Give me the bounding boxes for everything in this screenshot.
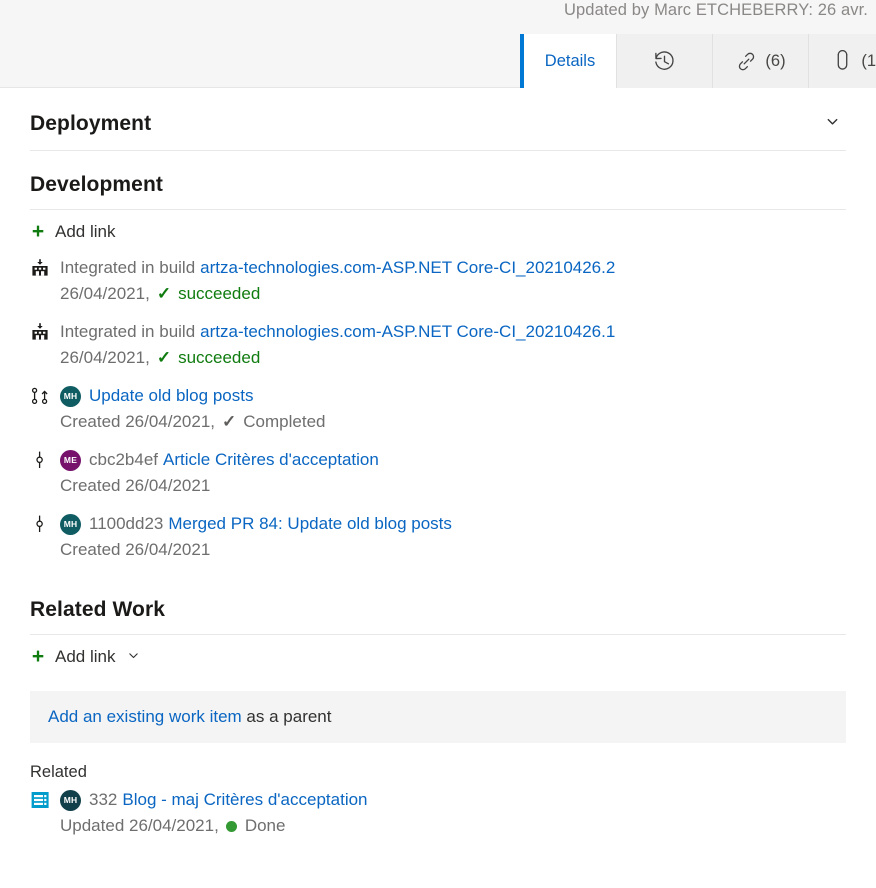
- tab-details-label: Details: [544, 51, 596, 70]
- avatar: MH: [60, 385, 81, 407]
- plus-icon: +: [31, 645, 45, 668]
- history-icon: [653, 50, 676, 73]
- development-add-link-button[interactable]: + Add link: [30, 210, 116, 252]
- chevron-down-icon: [127, 649, 140, 665]
- development-link-row[interactable]: Integrated in build artza-technologies.c…: [30, 316, 846, 374]
- work-item-id: 332: [89, 790, 118, 809]
- work-item-date: Updated 26/04/2021,: [60, 816, 219, 835]
- check-icon: ✓: [156, 348, 172, 367]
- check-icon: ✓: [222, 412, 237, 431]
- development-section-header: Development: [30, 151, 846, 210]
- check-icon: ✓: [156, 284, 172, 303]
- build-status: succeeded: [178, 284, 261, 303]
- plus-icon: +: [31, 220, 45, 243]
- build-link[interactable]: artza-technologies.com-ASP.NET Core-CI_2…: [200, 319, 615, 345]
- avatar: MH: [60, 789, 81, 811]
- tab-links[interactable]: (6): [712, 34, 808, 88]
- attachment-icon: [831, 49, 854, 73]
- commit-icon: [30, 447, 60, 470]
- deployment-title: Deployment: [30, 112, 152, 135]
- development-link-row[interactable]: MH 1100dd23 Merged PR 84: Update old blo…: [30, 508, 846, 566]
- build-date: 26/04/2021,: [60, 348, 150, 367]
- related-work-add-link-button[interactable]: + Add link: [30, 635, 140, 677]
- add-parent-banner: Add an existing work item as a parent: [30, 691, 846, 743]
- commit-link[interactable]: Article Critères d'acceptation: [163, 447, 379, 473]
- updated-by-text: Updated by Marc ETCHEBERRY: 26 avr.: [564, 1, 868, 19]
- pull-request-icon: [30, 383, 60, 406]
- commit-date: Created 26/04/2021: [60, 540, 211, 559]
- tab-bar: Details (6) (1: [520, 34, 876, 88]
- add-existing-work-item-link[interactable]: Add an existing work item: [48, 707, 242, 726]
- work-item-icon: [30, 787, 60, 810]
- related-work-section-header: Related Work: [30, 576, 846, 635]
- build-prefix: Integrated in build: [60, 258, 196, 277]
- pull-request-status: Completed: [243, 412, 326, 431]
- chevron-down-icon: [825, 114, 840, 134]
- pull-request-date: Created 26/04/2021,: [60, 412, 216, 431]
- link-icon: [735, 50, 758, 73]
- avatar: MH: [60, 513, 81, 535]
- deployment-collapse-toggle[interactable]: [818, 110, 846, 138]
- related-work-add-link-label: Add link: [55, 646, 116, 666]
- build-icon: [30, 255, 60, 278]
- build-status: succeeded: [178, 348, 261, 367]
- related-group-label: Related: [30, 763, 87, 781]
- commit-hash: 1100dd23: [89, 514, 164, 533]
- tab-attachments-count: (1): [861, 51, 876, 70]
- build-prefix: Integrated in build: [60, 322, 196, 341]
- work-item-link[interactable]: Blog - maj Critères d'acceptation: [122, 787, 367, 813]
- add-parent-suffix: as a parent: [241, 707, 332, 726]
- tab-history[interactable]: [616, 34, 712, 88]
- development-title: Development: [30, 173, 163, 196]
- commit-icon: [30, 511, 60, 534]
- related-work-item-row[interactable]: MH 332 Blog - maj Critères d'acceptation…: [30, 784, 846, 842]
- tab-attachments[interactable]: (1): [808, 34, 876, 88]
- work-item-state: Done: [244, 816, 286, 835]
- panel-header: Updated by Marc ETCHEBERRY: 26 avr. Deta…: [0, 0, 876, 88]
- development-link-row[interactable]: MH Update old blog posts Created 26/04/2…: [30, 380, 846, 438]
- deployment-section-header: Deployment: [30, 88, 846, 151]
- work-item-details-panel: Updated by Marc ETCHEBERRY: 26 avr. Deta…: [0, 0, 876, 888]
- development-link-row[interactable]: ME cbc2b4ef Article Critères d'acceptati…: [30, 444, 846, 502]
- tab-details[interactable]: Details: [520, 34, 616, 88]
- development-add-link-label: Add link: [55, 221, 116, 241]
- state-dot-icon: [225, 820, 237, 832]
- pull-request-link[interactable]: Update old blog posts: [89, 383, 253, 409]
- tab-links-count: (6): [765, 51, 786, 70]
- commit-hash: cbc2b4ef: [89, 450, 158, 469]
- build-link[interactable]: artza-technologies.com-ASP.NET Core-CI_2…: [200, 255, 615, 281]
- commit-link[interactable]: Merged PR 84: Update old blog posts: [168, 511, 452, 537]
- build-icon: [30, 319, 60, 342]
- development-link-row[interactable]: Integrated in build artza-technologies.c…: [30, 252, 846, 310]
- commit-date: Created 26/04/2021: [60, 476, 211, 495]
- panel-body: Deployment Development + Add link Integr…: [0, 88, 876, 842]
- build-date: 26/04/2021,: [60, 284, 150, 303]
- related-work-title: Related Work: [30, 598, 166, 621]
- avatar: ME: [60, 449, 81, 471]
